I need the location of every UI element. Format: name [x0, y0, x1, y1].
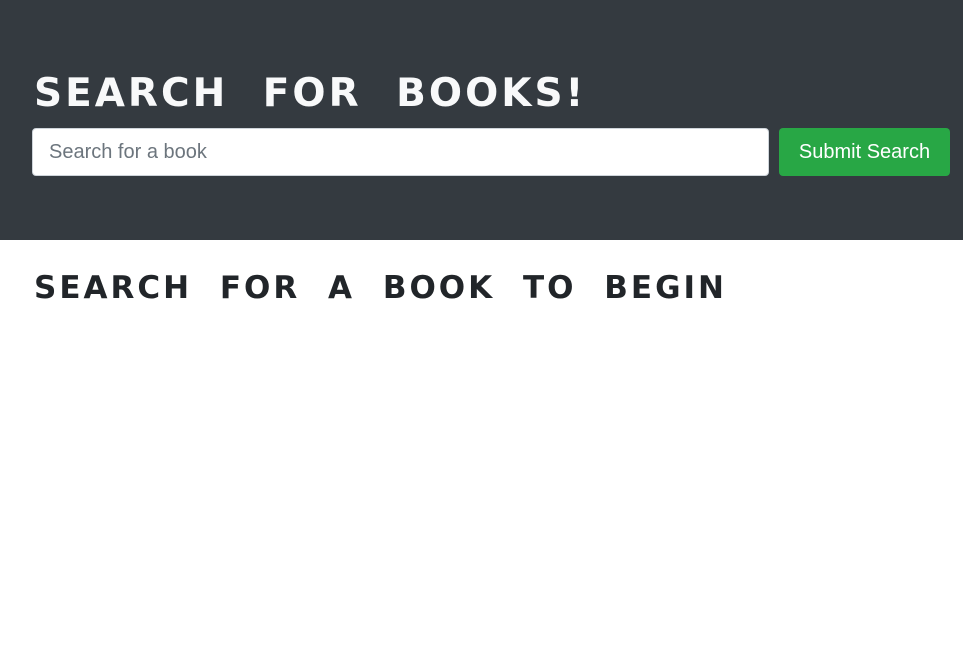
results-heading: SEARCH FOR A BOOK TO BEGIN — [34, 270, 727, 306]
submit-search-button[interactable]: Submit Search — [779, 128, 950, 176]
page-title: SEARCH FOR BOOKS! — [34, 71, 587, 116]
results-area: SEARCH FOR A BOOK TO BEGIN — [0, 240, 963, 651]
search-input[interactable] — [32, 128, 769, 176]
search-hero: SEARCH FOR BOOKS! Submit Search — [0, 0, 963, 240]
search-form: Submit Search — [32, 128, 950, 176]
